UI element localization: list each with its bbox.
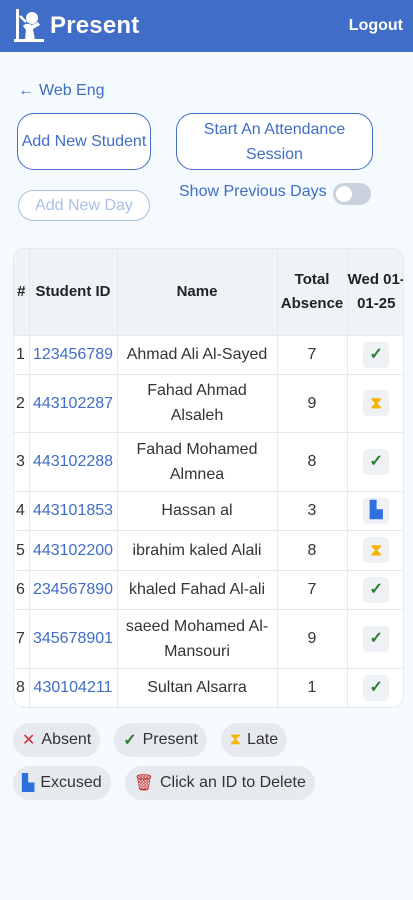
status-late-icon[interactable]: ⧗ [363, 537, 390, 563]
total-absence: 9 [277, 373, 348, 432]
student-id-link[interactable]: 443102200 [29, 529, 118, 570]
row-index: 1 [14, 334, 30, 374]
table-header-row: # Student ID Name Total Absence Wed 01-0… [14, 249, 403, 335]
logout-button[interactable]: Logout [349, 17, 403, 35]
status-late-icon[interactable]: ⧗ [363, 390, 390, 416]
arrow-left-icon: ← [18, 82, 34, 99]
total-absence: 3 [277, 490, 348, 530]
total-absence: 9 [277, 608, 348, 668]
student-id-link[interactable]: 443102288 [29, 431, 118, 491]
student-id-link[interactable]: 430104211 [29, 667, 118, 707]
toggle-knob [336, 186, 352, 202]
row-index: 2 [14, 373, 30, 432]
total-absence: 8 [277, 431, 348, 491]
student-name: ibrahim kaled Alali [117, 529, 278, 570]
student-name: khaled Fahad Al-ali [117, 569, 278, 609]
back-link[interactable]: ← Web Eng [18, 82, 105, 100]
row-index: 8 [14, 667, 30, 707]
table-row: 7 345678901 saeed Mohamed Al-Mansouri 9 … [14, 608, 403, 668]
legend-absent: ✕ Absent [13, 723, 101, 757]
attendance-table: # Student ID Name Total Absence Wed 01-0… [13, 248, 404, 708]
app-logo-icon [14, 9, 44, 42]
legend-present-label: Present [142, 731, 198, 748]
student-id-link[interactable]: 234567890 [29, 569, 118, 609]
student-name: Fahad Ahmad Alsaleh [117, 373, 278, 432]
student-id-link[interactable]: 443101853 [29, 490, 118, 530]
student-id-link[interactable]: 443102287 [29, 373, 118, 432]
row-index: 6 [14, 569, 30, 609]
start-session-button[interactable]: Start An Attendance Session [176, 113, 373, 170]
table-row: 4 443101853 Hassan al 3 ▙ [14, 490, 403, 530]
student-name: Sultan Alsarra [117, 667, 278, 707]
status-present-icon[interactable]: ✓ [363, 674, 390, 701]
hourglass-icon: ⧗ [229, 731, 241, 748]
row-index: 4 [14, 490, 30, 530]
student-id-link[interactable]: 345678901 [29, 608, 118, 668]
legend-excused: ▙ Excused [13, 766, 111, 800]
check-icon: ✓ [123, 732, 137, 749]
legend-present: ✓ Present [114, 723, 207, 757]
row-index: 7 [14, 608, 30, 668]
trash-icon: 🗑 [133, 775, 154, 792]
app-title: Present [50, 12, 140, 39]
col-name: Name [117, 249, 278, 335]
x-icon: ✕ [22, 732, 36, 749]
student-id-link[interactable]: 123456789 [29, 334, 118, 374]
table-row: 5 443102200 ibrahim kaled Alali 8 ⧗ [14, 529, 403, 570]
app-header: Present Logout [0, 0, 413, 52]
student-name: Fahad Mohamed Almnea [117, 431, 278, 491]
status-present-icon[interactable]: ✓ [363, 448, 390, 475]
status-present-icon[interactable]: ✓ [363, 625, 390, 652]
col-day: Wed 01-01-25 [347, 249, 403, 335]
col-student-id: Student ID [29, 249, 118, 335]
row-index: 5 [14, 529, 30, 570]
status-present-icon[interactable]: ✓ [363, 341, 390, 368]
status-excused-icon[interactable]: ▙ [363, 497, 390, 524]
legend-absent-label: Absent [41, 731, 92, 748]
course-name: Web Eng [39, 82, 105, 99]
legend-delete-hint: 🗑 Click an ID to Delete [124, 766, 315, 800]
table-row: 8 430104211 Sultan Alsarra 1 ✓ [14, 667, 403, 707]
add-day-button[interactable]: Add New Day [18, 190, 150, 221]
brand: Present [12, 6, 139, 46]
show-previous-toggle[interactable] [333, 183, 371, 205]
table-row: 1 123456789 Ahmad Ali Al-Sayed 7 ✓ [14, 334, 403, 374]
row-index: 3 [14, 431, 30, 491]
total-absence: 7 [277, 569, 348, 609]
col-index: # [14, 249, 30, 335]
status-legend: ✕ Absent ✓ Present ⧗ Late ▙ Excused 🗑 Cl… [13, 723, 408, 809]
student-name: Hassan al [117, 490, 278, 530]
total-absence: 7 [277, 334, 348, 374]
show-previous-label: Show Previous Days [179, 183, 327, 200]
total-absence: 8 [277, 529, 348, 570]
table-row: 6 234567890 khaled Fahad Al-ali 7 ✓ [14, 569, 403, 609]
table-row: 2 443102287 Fahad Ahmad Alsaleh 9 ⧗ [14, 373, 403, 432]
document-icon: ▙ [22, 775, 35, 792]
legend-delete-label: Click an ID to Delete [160, 774, 306, 791]
legend-late: ⧗ Late [220, 723, 288, 757]
student-name: Ahmad Ali Al-Sayed [117, 334, 278, 374]
legend-excused-label: Excused [40, 774, 102, 791]
legend-late-label: Late [247, 731, 279, 748]
status-present-icon[interactable]: ✓ [363, 576, 390, 603]
col-total-absence: Total Absence [277, 249, 348, 335]
student-name: saeed Mohamed Al-Mansouri [117, 608, 278, 668]
add-student-button[interactable]: Add New Student [17, 113, 151, 170]
table-row: 3 443102288 Fahad Mohamed Almnea 8 ✓ [14, 431, 403, 491]
total-absence: 1 [277, 667, 348, 707]
